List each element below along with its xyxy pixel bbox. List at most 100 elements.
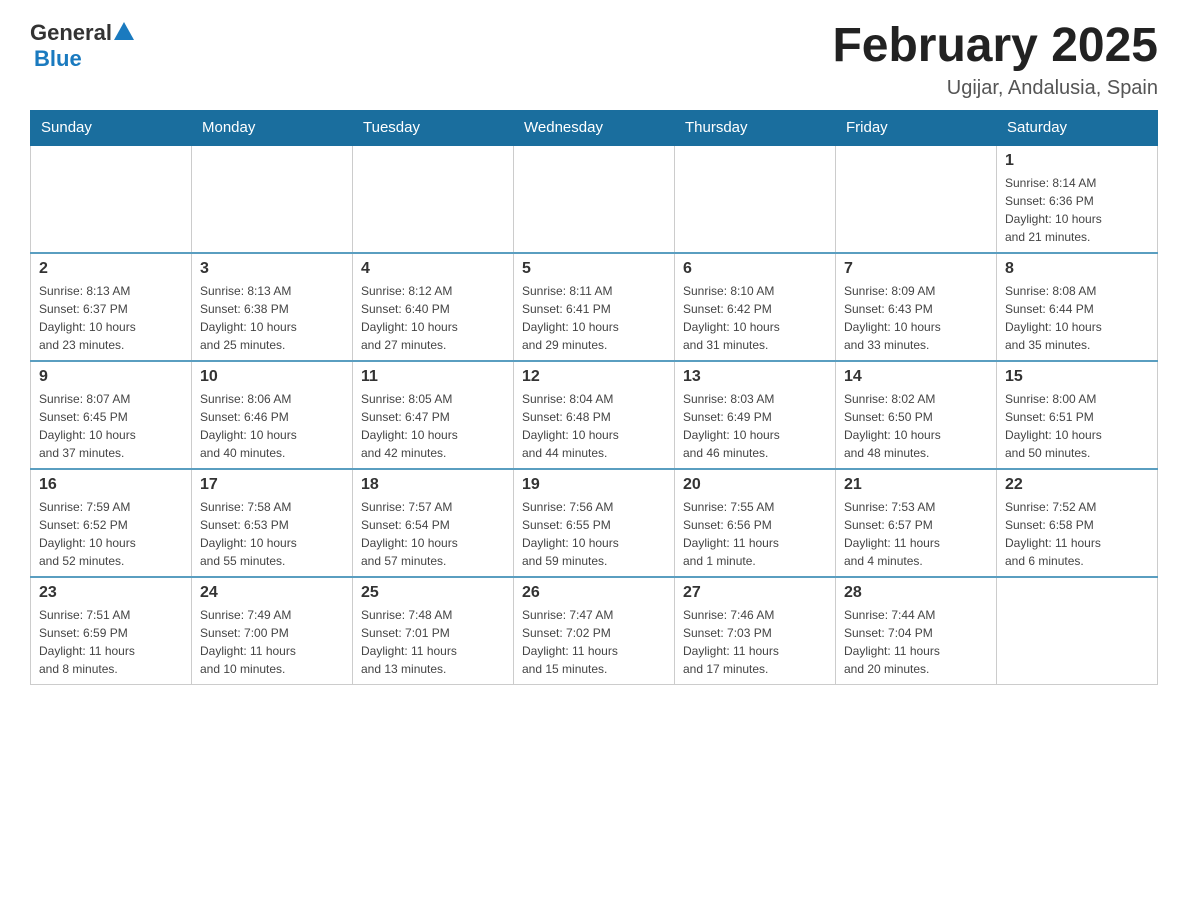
day-number: 17 — [200, 476, 344, 494]
calendar-cell: 28Sunrise: 7:44 AMSunset: 7:04 PMDayligh… — [836, 577, 997, 685]
header-thursday: Thursday — [675, 110, 836, 145]
calendar-cell: 12Sunrise: 8:04 AMSunset: 6:48 PMDayligh… — [514, 361, 675, 469]
day-info: Sunrise: 7:58 AMSunset: 6:53 PMDaylight:… — [200, 498, 344, 570]
day-number: 25 — [361, 584, 505, 602]
calendar-week-row: 23 Sunrise: 7:51 AMSunset: 6:59 PMDayligh… — [31, 577, 1158, 685]
calendar-cell: 19Sunrise: 7:56 AMSunset: 6:55 PMDayligh… — [514, 469, 675, 577]
day-number: 16 — [39, 476, 183, 494]
day-number: 9 — [39, 368, 183, 386]
header-tuesday: Tuesday — [353, 110, 514, 145]
day-number: 26 — [522, 584, 666, 602]
calendar-cell: 3 Sunrise: 8:13 AMSunset: 6:38 PMDaylight… — [192, 253, 353, 361]
day-info: Sunrise: 8:06 AMSunset: 6:46 PMDaylight:… — [200, 390, 344, 462]
day-number: 14 — [844, 368, 988, 386]
calendar-cell: 6 Sunrise: 8:10 AMSunset: 6:42 PMDaylight… — [675, 253, 836, 361]
day-info: Sunrise: 8:14 AMSunset: 6:36 PMDaylight:… — [1005, 174, 1149, 246]
day-number: 22 — [1005, 476, 1149, 494]
day-number: 3 — [200, 260, 344, 278]
calendar-week-row: 9 Sunrise: 8:07 AMSunset: 6:45 PMDaylight… — [31, 361, 1158, 469]
day-info: Sunrise: 8:13 AMSunset: 6:38 PMDaylight:… — [200, 282, 344, 354]
day-info: Sunrise: 8:05 AMSunset: 6:47 PMDaylight:… — [361, 390, 505, 462]
calendar-cell: 27 Sunrise: 7:46 AMSunset: 7:03 PMDayligh… — [675, 577, 836, 685]
day-info: Sunrise: 8:13 AMSunset: 6:37 PMDaylight:… — [39, 282, 183, 354]
day-number: 10 — [200, 368, 344, 386]
day-number: 13 — [683, 368, 827, 386]
day-number: 12 — [522, 368, 666, 386]
calendar-cell — [353, 145, 514, 253]
day-info: Sunrise: 7:46 AMSunset: 7:03 PMDaylight:… — [683, 606, 827, 678]
day-number: 20 — [683, 476, 827, 494]
logo-text-blue: Blue — [34, 46, 82, 72]
logo-line1: General — [30, 20, 136, 46]
header-saturday: Saturday — [997, 110, 1158, 145]
day-info: Sunrise: 8:00 AMSunset: 6:51 PMDaylight:… — [1005, 390, 1149, 462]
day-info: Sunrise: 8:03 AMSunset: 6:49 PMDaylight:… — [683, 390, 827, 462]
day-number: 27 — [683, 584, 827, 602]
logo-text-general: General — [30, 20, 112, 46]
calendar-cell — [192, 145, 353, 253]
calendar-cell: 2 Sunrise: 8:13 AMSunset: 6:37 PMDaylight… — [31, 253, 192, 361]
day-number: 7 — [844, 260, 988, 278]
calendar-cell: 5Sunrise: 8:11 AMSunset: 6:41 PMDaylight… — [514, 253, 675, 361]
page-header: General Blue February 2025 Ugijar, Andal… — [30, 20, 1158, 100]
day-info: Sunrise: 7:57 AMSunset: 6:54 PMDaylight:… — [361, 498, 505, 570]
calendar-cell: 9 Sunrise: 8:07 AMSunset: 6:45 PMDaylight… — [31, 361, 192, 469]
calendar-cell: 14 Sunrise: 8:02 AMSunset: 6:50 PMDayligh… — [836, 361, 997, 469]
calendar-cell: 1 Sunrise: 8:14 AMSunset: 6:36 PMDaylight… — [997, 145, 1158, 253]
calendar-cell: 16 Sunrise: 7:59 AMSunset: 6:52 PMDayligh… — [31, 469, 192, 577]
day-number: 6 — [683, 260, 827, 278]
calendar-cell: 17 Sunrise: 7:58 AMSunset: 6:53 PMDayligh… — [192, 469, 353, 577]
day-number: 21 — [844, 476, 988, 494]
calendar-cell — [31, 145, 192, 253]
day-number: 23 — [39, 584, 183, 602]
day-info: Sunrise: 7:53 AMSunset: 6:57 PMDaylight:… — [844, 498, 988, 570]
calendar-cell: 4 Sunrise: 8:12 AMSunset: 6:40 PMDaylight… — [353, 253, 514, 361]
calendar-cell: 26 Sunrise: 7:47 AMSunset: 7:02 PMDayligh… — [514, 577, 675, 685]
day-info: Sunrise: 7:55 AMSunset: 6:56 PMDaylight:… — [683, 498, 827, 570]
logo-triangle-icon — [114, 22, 134, 40]
day-info: Sunrise: 7:47 AMSunset: 7:02 PMDaylight:… — [522, 606, 666, 678]
calendar-cell: 7 Sunrise: 8:09 AMSunset: 6:43 PMDaylight… — [836, 253, 997, 361]
calendar-cell — [836, 145, 997, 253]
day-number: 18 — [361, 476, 505, 494]
calendar-cell: 11Sunrise: 8:05 AMSunset: 6:47 PMDayligh… — [353, 361, 514, 469]
calendar-cell: 15 Sunrise: 8:00 AMSunset: 6:51 PMDayligh… — [997, 361, 1158, 469]
calendar-cell: 18 Sunrise: 7:57 AMSunset: 6:54 PMDayligh… — [353, 469, 514, 577]
calendar-cell — [675, 145, 836, 253]
day-info: Sunrise: 7:52 AMSunset: 6:58 PMDaylight:… — [1005, 498, 1149, 570]
logo: General Blue — [30, 20, 136, 72]
header-wednesday: Wednesday — [514, 110, 675, 145]
calendar-week-row: 1 Sunrise: 8:14 AMSunset: 6:36 PMDaylight… — [31, 145, 1158, 253]
day-info: Sunrise: 7:56 AMSunset: 6:55 PMDaylight:… — [522, 498, 666, 570]
day-number: 4 — [361, 260, 505, 278]
location: Ugijar, Andalusia, Spain — [832, 77, 1158, 100]
day-info: Sunrise: 8:10 AMSunset: 6:42 PMDaylight:… — [683, 282, 827, 354]
day-info: Sunrise: 7:44 AMSunset: 7:04 PMDaylight:… — [844, 606, 988, 678]
day-info: Sunrise: 8:02 AMSunset: 6:50 PMDaylight:… — [844, 390, 988, 462]
day-info: Sunrise: 8:07 AMSunset: 6:45 PMDaylight:… — [39, 390, 183, 462]
day-number: 2 — [39, 260, 183, 278]
day-info: Sunrise: 7:48 AMSunset: 7:01 PMDaylight:… — [361, 606, 505, 678]
calendar: Sunday Monday Tuesday Wednesday Thursday… — [30, 110, 1158, 685]
day-info: Sunrise: 7:51 AMSunset: 6:59 PMDaylight:… — [39, 606, 183, 678]
day-info: Sunrise: 8:12 AMSunset: 6:40 PMDaylight:… — [361, 282, 505, 354]
month-title: February 2025 — [832, 20, 1158, 73]
calendar-cell: 10 Sunrise: 8:06 AMSunset: 6:46 PMDayligh… — [192, 361, 353, 469]
calendar-cell: 20 Sunrise: 7:55 AMSunset: 6:56 PMDayligh… — [675, 469, 836, 577]
calendar-cell: 13 Sunrise: 8:03 AMSunset: 6:49 PMDayligh… — [675, 361, 836, 469]
day-number: 8 — [1005, 260, 1149, 278]
day-number: 1 — [1005, 152, 1149, 170]
calendar-week-row: 16 Sunrise: 7:59 AMSunset: 6:52 PMDayligh… — [31, 469, 1158, 577]
calendar-cell: 24Sunrise: 7:49 AMSunset: 7:00 PMDayligh… — [192, 577, 353, 685]
calendar-header-row: Sunday Monday Tuesday Wednesday Thursday… — [31, 110, 1158, 145]
day-info: Sunrise: 8:11 AMSunset: 6:41 PMDaylight:… — [522, 282, 666, 354]
calendar-cell: 23 Sunrise: 7:51 AMSunset: 6:59 PMDayligh… — [31, 577, 192, 685]
calendar-cell: 21 Sunrise: 7:53 AMSunset: 6:57 PMDayligh… — [836, 469, 997, 577]
day-info: Sunrise: 8:09 AMSunset: 6:43 PMDaylight:… — [844, 282, 988, 354]
day-info: Sunrise: 7:49 AMSunset: 7:00 PMDaylight:… — [200, 606, 344, 678]
day-number: 15 — [1005, 368, 1149, 386]
header-friday: Friday — [836, 110, 997, 145]
calendar-cell: 22 Sunrise: 7:52 AMSunset: 6:58 PMDayligh… — [997, 469, 1158, 577]
day-info: Sunrise: 7:59 AMSunset: 6:52 PMDaylight:… — [39, 498, 183, 570]
header-monday: Monday — [192, 110, 353, 145]
